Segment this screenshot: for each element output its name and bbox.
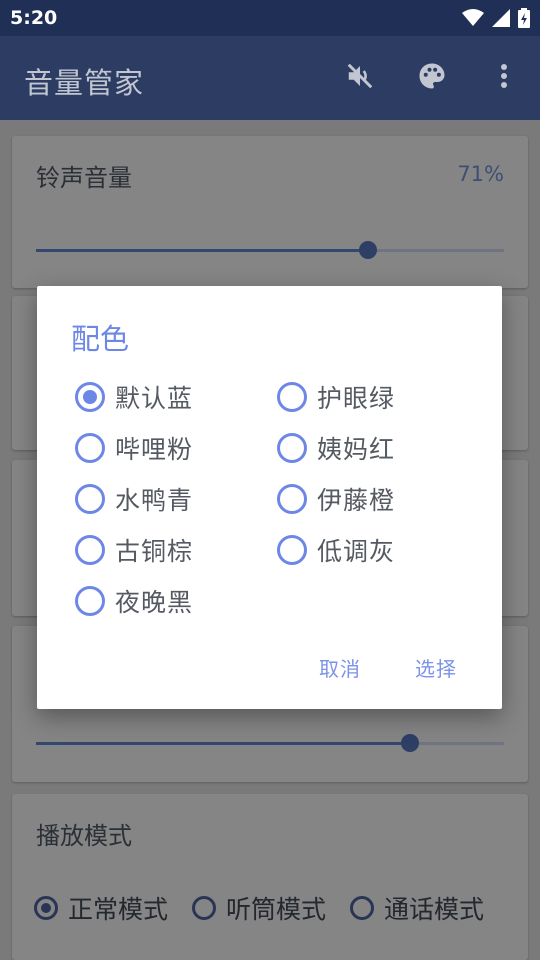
radio-button[interactable] xyxy=(34,896,58,920)
option-label: 护眼绿 xyxy=(317,384,396,413)
option-label: 水鸭青 xyxy=(115,486,194,515)
option-orange[interactable]: 伊藤橙 xyxy=(277,479,395,519)
status-icons xyxy=(462,8,530,32)
palette-icon xyxy=(417,61,447,95)
radio-button[interactable] xyxy=(277,535,307,565)
option-night-black[interactable]: 夜晚黑 xyxy=(75,581,193,621)
overflow-menu-button[interactable] xyxy=(488,62,520,94)
volume-slider[interactable] xyxy=(36,734,504,752)
option-eye-green[interactable]: 护眼绿 xyxy=(277,377,395,417)
mode-label: 通话模式 xyxy=(384,895,485,924)
option-bronze-brown[interactable]: 古铜棕 xyxy=(75,530,193,570)
mute-icon xyxy=(345,61,375,95)
battery-icon xyxy=(518,8,530,32)
option-label: 默认蓝 xyxy=(115,384,194,413)
app-bar: 音量管家 xyxy=(0,36,540,120)
slider-thumb[interactable] xyxy=(401,734,420,752)
radio-button[interactable] xyxy=(75,586,105,616)
option-red[interactable]: 姨妈红 xyxy=(277,428,395,468)
mute-button[interactable] xyxy=(344,62,376,94)
mode-label: 听筒模式 xyxy=(226,895,327,924)
slider-thumb[interactable] xyxy=(359,241,378,259)
option-label: 低调灰 xyxy=(317,537,396,566)
slider-fill xyxy=(36,249,369,252)
mode-normal[interactable]: 正常模式 xyxy=(34,890,168,926)
card-title: 播放模式 xyxy=(36,822,132,850)
ringtone-slider[interactable] xyxy=(36,241,504,259)
radio-button[interactable] xyxy=(75,382,105,412)
option-label: 夜晚黑 xyxy=(115,588,194,617)
option-label: 古铜棕 xyxy=(115,537,194,566)
volume-percent: 71% xyxy=(457,162,504,186)
option-label: 哔哩粉 xyxy=(115,435,194,464)
select-button[interactable]: 选择 xyxy=(415,653,457,682)
radio-button[interactable] xyxy=(192,896,217,920)
radio-button[interactable] xyxy=(277,433,307,463)
playback-mode-group: 正常模式 听筒模式 通话模式 xyxy=(34,890,508,926)
app-title: 音量管家 xyxy=(24,66,145,100)
mode-call[interactable]: 通话模式 xyxy=(350,890,484,926)
option-label: 伊藤橙 xyxy=(317,486,396,515)
radio-button[interactable] xyxy=(75,535,105,565)
option-gray[interactable]: 低调灰 xyxy=(277,530,395,570)
more-vert-icon xyxy=(500,63,508,93)
radio-button[interactable] xyxy=(75,433,105,463)
radio-button[interactable] xyxy=(277,484,307,514)
ringtone-volume-card: 铃声音量 71% xyxy=(12,136,528,288)
mode-earpiece[interactable]: 听筒模式 xyxy=(192,890,326,926)
card-title: 铃声音量 xyxy=(36,164,132,192)
cancel-button[interactable]: 取消 xyxy=(319,653,361,682)
wifi-icon xyxy=(462,9,484,31)
dialog-title: 配色 xyxy=(71,322,130,356)
option-teal[interactable]: 水鸭青 xyxy=(75,479,193,519)
status-time: 5:20 xyxy=(10,7,58,29)
status-bar: 5:20 xyxy=(0,0,540,36)
option-bili-pink[interactable]: 哔哩粉 xyxy=(75,428,193,468)
radio-button[interactable] xyxy=(277,382,307,412)
playback-mode-card: 播放模式 正常模式 听筒模式 通话模式 xyxy=(12,794,528,960)
mode-label: 正常模式 xyxy=(68,895,169,924)
signal-icon xyxy=(492,9,510,31)
radio-button[interactable] xyxy=(350,896,375,920)
option-label: 姨妈红 xyxy=(317,435,396,464)
option-default-blue[interactable]: 默认蓝 xyxy=(75,377,193,417)
slider-fill xyxy=(36,742,411,745)
palette-button[interactable] xyxy=(416,62,448,94)
color-scheme-dialog: 配色 默认蓝 护眼绿 哔哩粉 姨妈红 水鸭青 伊藤橙 古铜棕 低调灰 夜晚黑 取… xyxy=(37,286,502,709)
radio-button[interactable] xyxy=(75,484,105,514)
